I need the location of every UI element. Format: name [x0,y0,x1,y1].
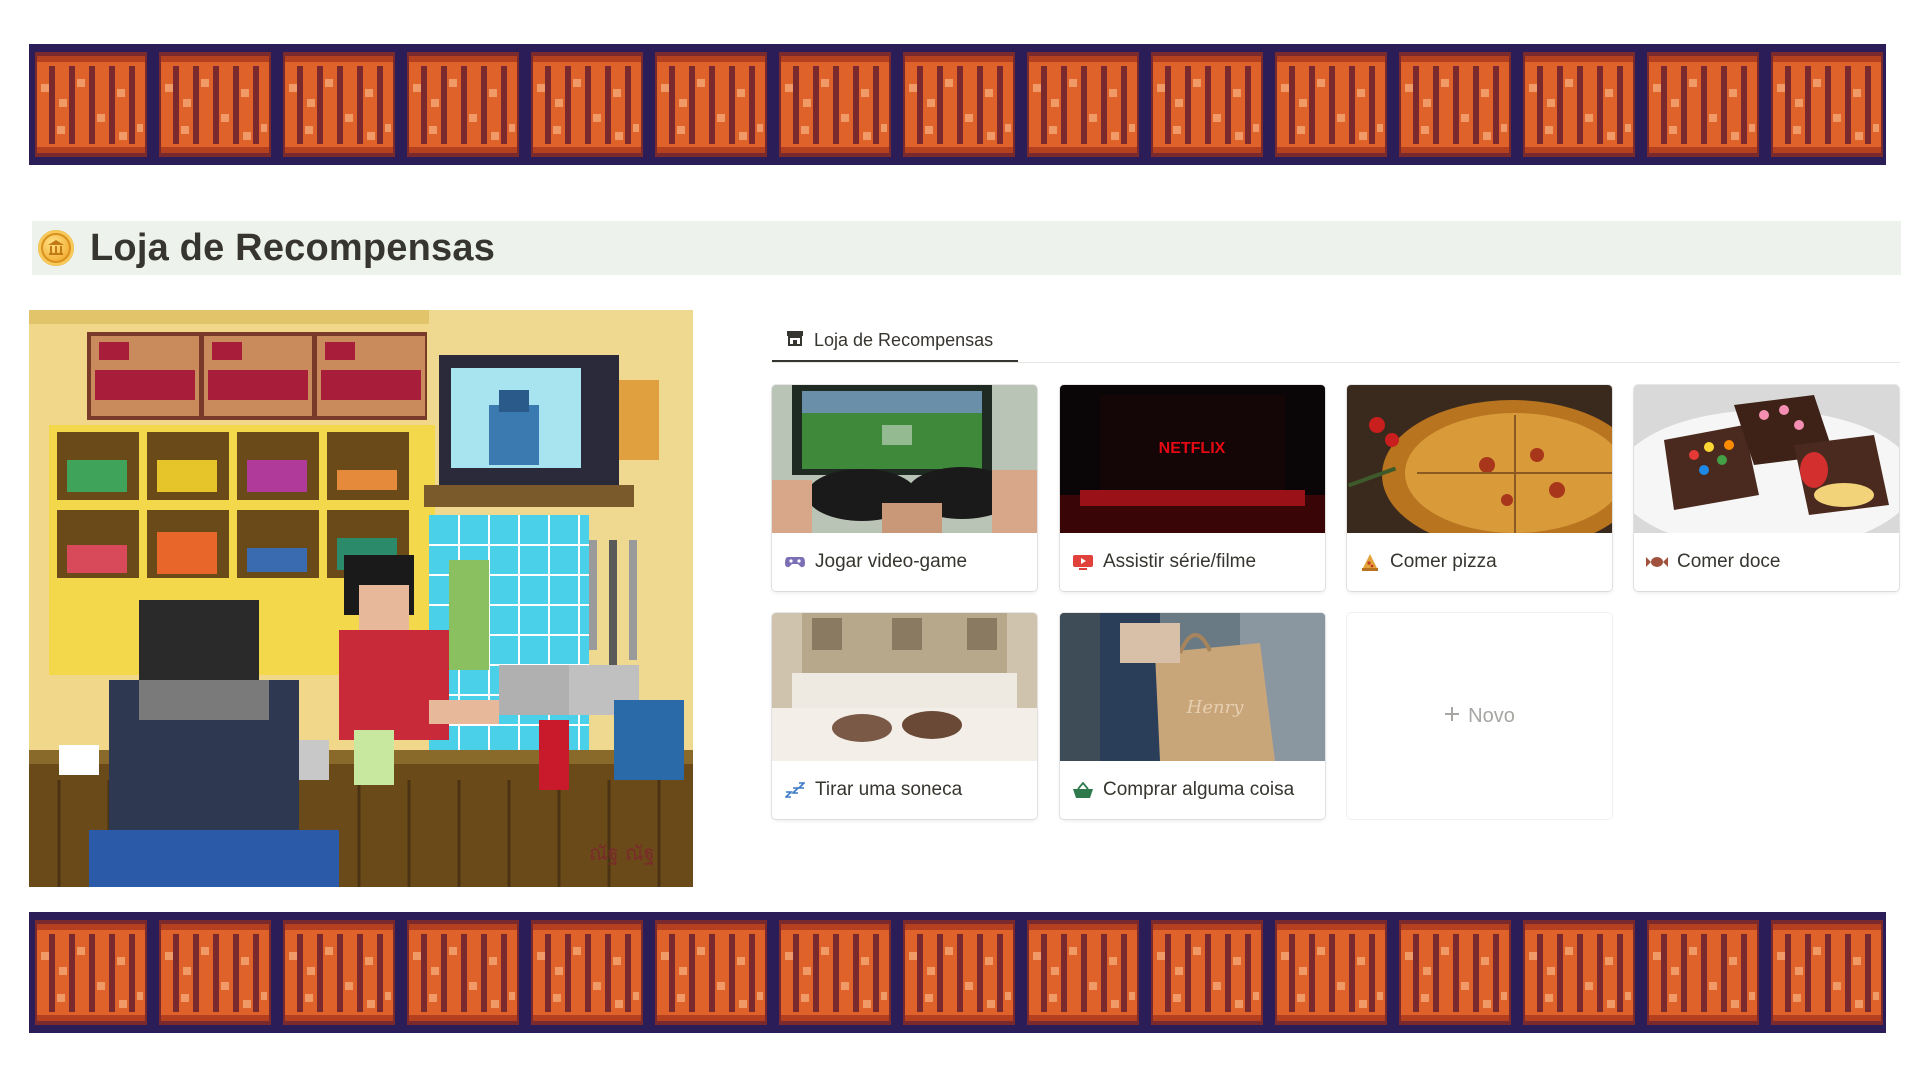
new-item-label: Novo [1468,704,1515,727]
gallery-card[interactable]: Comer pizza [1347,385,1612,591]
card-title: Assistir série/filme [1103,551,1257,572]
netflix-logo: NETFLIX [1159,440,1226,457]
card-title: Comprar alguma coisa [1103,779,1295,800]
gallery-card[interactable]: Comer doce [1634,385,1899,591]
coin-icon [38,230,74,266]
zzz-icon [784,779,806,801]
basket-icon [1072,779,1094,801]
card-title: Jogar video-game [815,551,968,572]
gallery-card[interactable]: NETFLIX Assistir série/filme [1060,385,1325,591]
bottom-pixel-banner [29,912,1886,1033]
card-cover-shopping-bag: Henry [1060,613,1325,761]
card-cover-bed [772,613,1037,761]
card-cover-video-game [772,385,1037,533]
plus-icon [1444,705,1460,728]
card-title: Tirar uma soneca [815,779,963,800]
candy-icon [1646,551,1668,573]
store-icon [786,329,804,352]
gamepad-icon [784,551,806,573]
card-cover-brownies [1634,385,1899,533]
gallery-card[interactable]: Jogar video-game [772,385,1037,591]
card-title: Comer pizza [1390,551,1497,572]
pizza-icon [1359,551,1381,573]
card-cover-pizza [1347,385,1612,533]
gallery-card[interactable]: Henry Comprar alguma coisa [1060,613,1325,819]
database-view-tab[interactable]: Loja de Recompensas [772,320,1018,362]
view-divider [772,362,1900,363]
card-title: Comer doce [1677,551,1781,572]
bag-logo-text: Henry [1186,697,1245,718]
card-cover-netflix: NETFLIX [1060,385,1325,533]
page-heading: Loja de Recompensas [32,221,1901,275]
gallery-card[interactable]: Tirar uma soneca [772,613,1037,819]
artist-signature: ณัฐ ณัฐ [589,841,655,865]
pixel-art-illustration: ณัฐ ณัฐ [29,310,693,887]
new-item-button[interactable]: Novo [1347,613,1612,819]
view-tab-label: Loja de Recompensas [814,329,994,350]
youtube-play-icon [1072,551,1094,573]
page-title: Loja de Recompensas [90,226,496,269]
top-pixel-banner [29,44,1886,165]
